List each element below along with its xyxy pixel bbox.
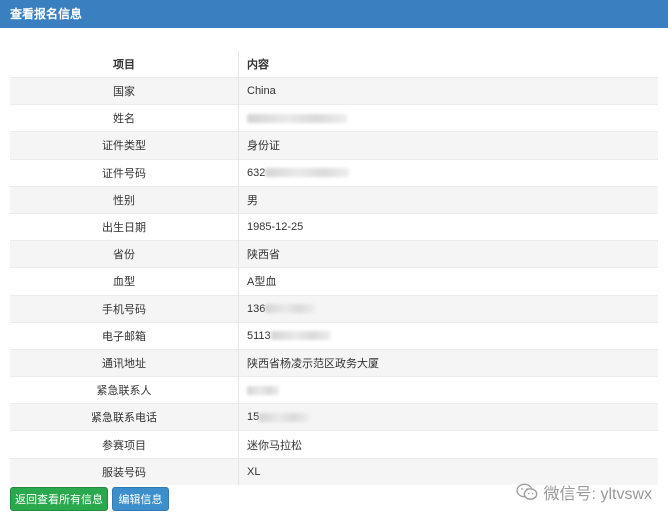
back-to-all-info-button[interactable]: 返回查看所有信息	[10, 487, 108, 511]
wechat-icon	[515, 483, 537, 500]
table-row: 通讯地址 陕西省杨凌示范区政务大厦	[10, 348, 658, 377]
row-label: 通讯地址	[10, 348, 239, 377]
row-value: 迷你马拉松	[238, 430, 658, 459]
row-value: China	[238, 76, 658, 105]
value-visible-part: 5113	[247, 329, 271, 342]
row-value: 身份证	[238, 131, 658, 160]
row-value: 632	[238, 158, 658, 187]
row-value: 136	[238, 294, 658, 323]
column-header-content: 内容	[247, 59, 269, 71]
row-label: 证件号码	[10, 158, 239, 187]
row-label: 电子邮箱	[10, 321, 239, 350]
row-label: 紧急联系电话	[10, 403, 239, 431]
row-value: 男	[238, 185, 658, 214]
panel-title: 查看报名信息	[0, 0, 668, 28]
row-label: 服装号码	[10, 457, 239, 485]
row-value: A型血	[238, 267, 658, 295]
column-header-item: 项目	[10, 51, 239, 78]
value-visible-part: 632	[247, 166, 266, 179]
table-header-row: 项目 内容	[10, 51, 658, 78]
table-row: 手机号码 136	[10, 294, 658, 323]
value-visible-part: 15	[247, 411, 260, 424]
row-value: 1985-12-25	[238, 212, 658, 241]
row-value	[238, 376, 658, 404]
redacted-value	[259, 412, 310, 422]
row-value: 陕西省杨凌示范区政务大厦	[238, 348, 658, 377]
registration-info-table: 项目 内容 国家 China 姓名 证件类型 身份证 证件号码 632 性别 男…	[10, 51, 658, 485]
edit-info-button[interactable]: 编辑信息	[112, 487, 169, 511]
redacted-value	[265, 304, 316, 314]
table-row: 省份 陕西省	[10, 240, 658, 268]
row-value	[238, 104, 658, 132]
redacted-value	[270, 331, 331, 341]
redacted-value	[247, 113, 347, 123]
row-value: 陕西省	[238, 240, 658, 268]
table-row: 证件类型 身份证	[10, 131, 658, 160]
table-row: 血型 A型血	[10, 267, 658, 295]
table-row: 国家 China	[10, 76, 658, 105]
row-value: 15	[238, 403, 658, 431]
row-label: 参赛项目	[10, 430, 239, 459]
table-row: 姓名	[10, 104, 658, 132]
wechat-watermark: 微信号: yltvswx	[515, 479, 652, 505]
table-row: 紧急联系电话 15	[10, 403, 658, 431]
table-row: 紧急联系人	[10, 376, 658, 404]
row-label: 出生日期	[10, 212, 239, 241]
value-visible-part: 136	[247, 302, 266, 315]
table-row: 参赛项目 迷你马拉松	[10, 430, 658, 459]
row-label: 姓名	[10, 104, 239, 132]
row-label: 手机号码	[10, 294, 239, 323]
row-label: 省份	[10, 240, 239, 268]
watermark-text: 微信号: yltvswx	[543, 486, 652, 503]
row-label: 国家	[10, 76, 239, 105]
table-row: 电子邮箱 5113	[10, 321, 658, 350]
row-label: 证件类型	[10, 131, 239, 160]
table-row: 证件号码 632	[10, 158, 658, 187]
row-label: 紧急联系人	[10, 376, 239, 404]
row-label: 血型	[10, 267, 239, 295]
row-value: 5113	[238, 321, 658, 350]
redacted-value	[247, 385, 279, 395]
table-row: 性别 男	[10, 185, 658, 214]
table-row: 出生日期 1985-12-25	[10, 212, 658, 241]
redacted-value	[265, 168, 350, 178]
row-label: 性别	[10, 185, 239, 214]
